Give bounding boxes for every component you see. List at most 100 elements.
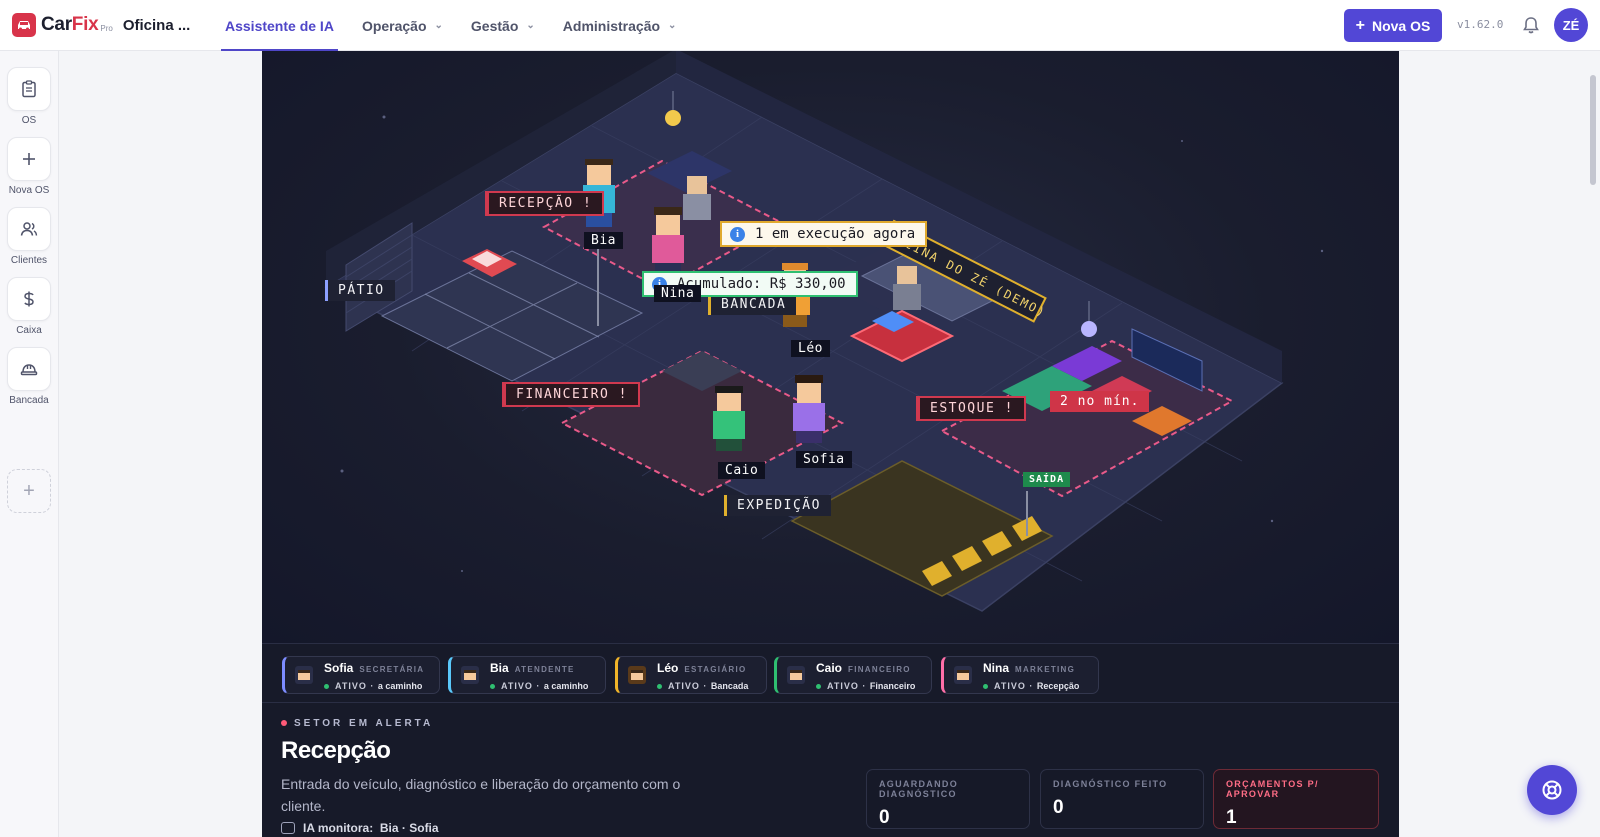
metric-orcamentos-aprovar[interactable]: ORÇAMENTOS P/ APROVAR 1 xyxy=(1213,769,1379,829)
metric-label: AGUARDANDO DIAGNÓSTICO xyxy=(879,779,958,799)
sidebar: OS Nova OS Clientes Caixa Bancada + xyxy=(0,51,59,837)
sector-tag-expedicao[interactable]: EXPEDIÇÃO xyxy=(724,495,831,516)
robot-icon xyxy=(281,822,295,834)
agent-location: Bancada xyxy=(710,681,749,691)
agent-name-tag-sofia: Sofia xyxy=(796,451,852,468)
plus-icon xyxy=(23,153,35,165)
agent-role: ESTAGIÁRIO xyxy=(684,665,747,674)
dollar-icon xyxy=(24,291,34,307)
agent-avatar xyxy=(787,666,805,684)
new-os-button[interactable]: + Nova OS xyxy=(1344,9,1442,42)
alert-dot-icon xyxy=(281,720,287,727)
new-os-label: Nova OS xyxy=(1371,17,1431,34)
character-caio xyxy=(713,386,745,451)
agent-location: a caminho xyxy=(377,681,423,691)
agent-role: FINANCEIRO xyxy=(848,665,911,674)
agent-card-nina[interactable]: Nina MARKETING ATIVO · Recepção xyxy=(941,656,1099,694)
user-avatar[interactable]: ZÉ xyxy=(1554,8,1588,42)
agent-name: Nina xyxy=(983,661,1010,675)
sidebar-item-caixa[interactable]: Caixa xyxy=(7,277,51,336)
agent-card-caio[interactable]: Caio FINANCEIRO ATIVO · Financeiro xyxy=(774,656,932,694)
character-mechanic xyxy=(683,176,711,220)
ai-monitor-agents: Bia · Sofia xyxy=(379,821,439,835)
metric-value: 0 xyxy=(1053,797,1064,818)
agent-card-bia[interactable]: Bia ATENDENTE ATIVO · a caminho xyxy=(448,656,606,694)
isometric-workshop-map: OFICINA DO ZÉ (DEMO) xyxy=(324,51,1324,612)
agent-name-tag-bia: Bia xyxy=(584,232,623,249)
sidebar-label: Clientes xyxy=(10,255,48,266)
sidebar-label: OS xyxy=(21,115,37,126)
nav-administracao[interactable]: Administração ⌄ xyxy=(563,0,677,51)
metric-value: 1 xyxy=(1226,807,1237,828)
sector-detail-panel: SETOR EM ALERTA Recepção Entrada do veíc… xyxy=(262,703,1399,837)
sector-tag-recepcao[interactable]: RECEPÇÃO ! xyxy=(485,191,605,216)
agent-status: ATIVO xyxy=(335,681,367,691)
agent-name: Bia xyxy=(490,661,509,675)
sector-tag-financeiro[interactable]: FINANCEIRO ! xyxy=(502,382,640,407)
plus-icon: + xyxy=(23,479,35,502)
chevron-down-icon: ⌄ xyxy=(668,20,677,31)
workshop-scene[interactable]: OFICINA DO ZÉ (DEMO) RECEPÇÃO ! PÁTIO BA… xyxy=(262,51,1399,643)
page-scrollbar[interactable] xyxy=(1590,75,1596,185)
sidebar-item-clientes[interactable]: Clientes xyxy=(7,207,51,266)
sidebar-label: Bancada xyxy=(9,395,49,406)
agent-name: Sofia xyxy=(324,661,354,675)
execution-bubble[interactable]: i 1 em execução agora xyxy=(720,221,928,247)
sector-tag-patio[interactable]: PÁTIO xyxy=(325,280,395,301)
character-nina xyxy=(652,207,684,275)
sidebar-add-shortcut[interactable]: + xyxy=(7,469,51,513)
nav-operacao[interactable]: Operação ⌄ xyxy=(362,0,443,51)
ai-monitor-label: IA monitora: xyxy=(303,821,374,835)
chevron-down-icon: ⌄ xyxy=(434,20,443,31)
agent-name-tag-leo: Léo xyxy=(791,340,830,357)
app-version: v1.62.0 xyxy=(1457,18,1504,31)
stock-minimum-badge[interactable]: 2 no mín. xyxy=(1050,391,1150,412)
agent-location: Recepção xyxy=(1036,681,1080,691)
agent-status: ATIVO xyxy=(668,681,700,691)
nav-assistente-ia[interactable]: Assistente de IA xyxy=(221,0,338,51)
character-sofia xyxy=(793,375,825,443)
brand-sub: Pro xyxy=(100,24,113,33)
brand[interactable]: CarFix Pro Oficina ... xyxy=(12,13,190,37)
sidebar-item-bancada[interactable]: Bancada xyxy=(7,347,51,406)
metric-label: DIAGNÓSTICO FEITO xyxy=(1053,779,1168,789)
clipboard-icon xyxy=(22,80,36,98)
car-logo-icon xyxy=(12,13,36,37)
agent-role: SECRETÁRIA xyxy=(359,665,425,674)
agent-card-sofia[interactable]: Sofia SECRETÁRIA ATIVO · a caminho xyxy=(282,656,440,694)
sector-tag-bancada[interactable]: BANCADA xyxy=(708,294,797,315)
metric-aguardando-diagnostico[interactable]: AGUARDANDO DIAGNÓSTICO 0 xyxy=(866,769,1030,829)
ai-assistant-panel: OFICINA DO ZÉ (DEMO) RECEPÇÃO ! PÁTIO BA… xyxy=(262,51,1399,837)
character-mechanic xyxy=(893,266,921,310)
agent-card-leo[interactable]: Léo ESTAGIÁRIO ATIVO · Bancada xyxy=(615,656,767,694)
sidebar-item-nova-os[interactable]: Nova OS xyxy=(7,137,51,196)
top-bar: CarFix Pro Oficina ... Assistente de IA … xyxy=(0,0,1600,51)
nav-gestao[interactable]: Gestão ⌄ xyxy=(471,0,535,51)
sector-tag-estoque[interactable]: ESTOQUE ! xyxy=(916,396,1026,421)
agent-avatar xyxy=(295,666,313,684)
lifebuoy-icon xyxy=(1542,780,1562,800)
agent-location: Financeiro xyxy=(869,681,916,691)
info-icon: i xyxy=(730,226,745,242)
metric-diagnostico-feito[interactable]: DIAGNÓSTICO FEITO 0 xyxy=(1040,769,1204,829)
main-nav: Assistente de IA Operação ⌄ Gestão ⌄ Admin… xyxy=(221,0,704,51)
agent-role: ATENDENTE xyxy=(514,665,575,674)
agent-name-tag-caio: Caio xyxy=(718,462,766,479)
agent-status: ATIVO xyxy=(501,681,533,691)
execution-text: 1 em execução agora xyxy=(755,226,916,242)
agent-location: a caminho xyxy=(543,681,589,691)
agent-status: ATIVO xyxy=(827,681,859,691)
shop-name: Oficina ... xyxy=(122,16,191,34)
hardhat-icon xyxy=(20,364,38,376)
sidebar-item-os[interactable]: OS xyxy=(7,67,51,126)
agent-avatar xyxy=(954,666,972,684)
plus-icon: + xyxy=(1355,16,1365,34)
agent-avatar xyxy=(628,666,646,684)
bell-icon[interactable] xyxy=(1521,15,1541,35)
users-icon xyxy=(20,222,38,236)
agent-name: Caio xyxy=(816,661,843,675)
chevron-down-icon: ⌄ xyxy=(526,20,535,31)
agent-avatar xyxy=(461,666,479,684)
sector-description: Entrada do veículo, diagnóstico e libera… xyxy=(281,776,681,814)
help-fab-button[interactable] xyxy=(1527,765,1577,815)
